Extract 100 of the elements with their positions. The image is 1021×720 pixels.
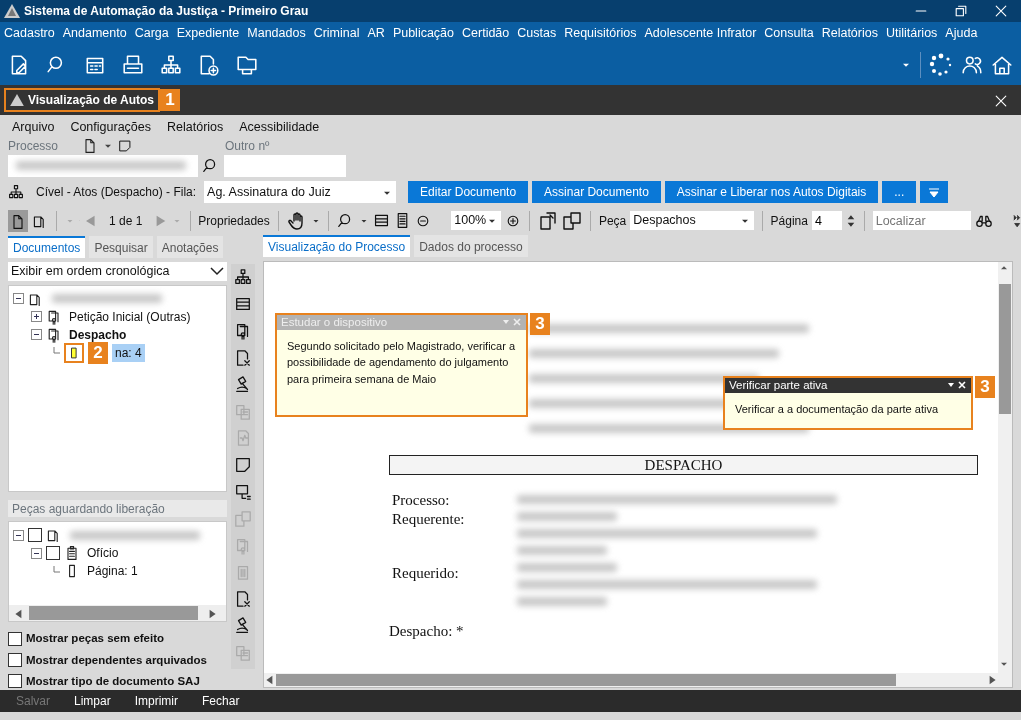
sticky-note[interactable]: Verificar parte ativa Verificar a a documentação da parte ativa [723,375,973,430]
menu-item[interactable]: Configurações [70,117,151,137]
tree-item[interactable]: Ofício [84,544,122,563]
action-button[interactable]: Assinar e Liberar nos Autos Digitais [664,181,879,204]
menu-item[interactable]: Mandados [247,24,306,43]
folder-icon[interactable] [236,54,258,76]
scrollbar-thumb[interactable] [276,673,896,686]
menu-item[interactable]: Requisitórios [564,24,637,43]
tree-item[interactable]: Despacho [66,325,130,344]
other-number-field[interactable] [224,154,346,177]
menu-item[interactable]: Criminal [313,24,360,43]
scrollbar-thumb[interactable] [999,283,1011,414]
callout-number: 1 [160,89,181,111]
menu-item[interactable]: Expediente [176,24,240,43]
add-document-icon[interactable] [198,54,220,76]
menu-item[interactable]: Relatórios [167,117,224,137]
properties-button[interactable]: Propriedades [198,211,270,230]
users-icon[interactable] [961,54,983,76]
tree-item[interactable]: Petição Inicial (Outras) [66,307,194,326]
rotate-page-icon[interactable] [538,210,559,231]
window-tab[interactable]: Visualização de Autos [4,88,161,112]
printer-icon[interactable] [122,54,144,76]
scrollbar-thumb[interactable] [29,606,198,621]
copy-page-icon[interactable] [562,210,583,231]
piece-select[interactable]: Despachos [630,211,754,231]
collapse-icon[interactable] [31,547,42,559]
tree-item[interactable]: na: 4 [112,343,145,362]
process-number-field[interactable] [8,154,198,177]
note-controls-icon[interactable] [947,381,967,390]
note-text: Verificar a a documentação da parte ativa [734,401,939,417]
field-label: Processo: [392,490,451,510]
document-heading: DESPACHO [389,454,978,475]
note-tree-icon[interactable] [234,483,252,501]
menu-item[interactable]: Acessibilidade [239,117,320,137]
field-label: Página [770,212,808,230]
panel-tab[interactable]: Documentos [8,235,86,258]
panel-tab[interactable]: Anotações [156,235,224,258]
menu-item[interactable]: Relatórios [821,24,878,43]
action-button[interactable]: Editar Documento [408,181,529,204]
checkbox-label[interactable]: Mostrar dependentes arquivados [26,651,207,669]
menu-item[interactable]: Arquivo [12,117,55,137]
checkbox[interactable] [46,546,60,561]
menu-item[interactable]: Custas [517,24,557,43]
order-select[interactable]: Exibir em ordem cronológica [8,261,227,281]
queue-select[interactable]: Ag. Assinatura do Juiz [204,181,397,204]
remove-document-icon[interactable] [234,590,252,609]
menu-item[interactable]: Certidão [462,24,510,43]
callout-number: 2 [88,341,108,364]
zoom-select[interactable]: 100% [451,211,502,231]
expand-icon[interactable] [31,311,42,323]
checkbox-label[interactable]: Mostrar peças sem efeito [26,630,165,648]
footer-button[interactable]: Imprimir [134,692,179,710]
view-tab[interactable]: Dados do processo [414,234,528,257]
more-actions-button[interactable] [920,181,949,204]
callout-number: 3 [975,375,995,398]
menu-item[interactable]: Cadastro [4,24,55,43]
note-icon[interactable] [234,456,252,475]
menu-item[interactable]: Carga [134,24,169,43]
certificate-icon [46,308,62,325]
action-button[interactable]: ... [882,181,917,204]
callout-number: 3 [530,312,550,335]
menu-item[interactable]: Utilitários [885,24,938,43]
checkbox[interactable] [8,674,22,689]
checkbox[interactable] [8,653,22,668]
clipboard-icon [64,545,80,562]
menu-item[interactable]: Ajuda [945,24,978,43]
action-button[interactable]: Assinar Documento [532,181,661,204]
field-label: Requerente: [392,509,466,529]
tree-view-icon[interactable] [234,268,252,287]
checkbox[interactable] [8,631,22,646]
find-field[interactable]: Localizar [872,211,971,231]
menu-item[interactable]: AR [367,24,385,43]
remove-document-icon[interactable] [234,348,252,367]
restore-icon[interactable] [953,3,969,19]
hierarchy-icon[interactable] [160,54,182,76]
field-label: Processo [8,137,59,155]
loading-icon [929,53,953,77]
footer-button[interactable]: Fechar [202,692,240,710]
tree-item[interactable]: Página: 1 [84,562,141,581]
field-label: Despacho: * [389,622,464,639]
panel-tab[interactable]: Pesquisar [89,235,153,258]
view-tab[interactable]: Visualização do Processo [263,234,411,257]
menu-item[interactable]: Adolescente Infrator [644,24,757,43]
collapse-icon[interactable] [13,293,24,305]
menu-item[interactable]: Consulta [764,24,814,43]
page-count: 1 de 1 [109,212,143,230]
menu-item[interactable]: Andamento [62,24,127,43]
collapse-icon[interactable] [31,329,42,341]
checkbox[interactable] [28,528,42,543]
app-logo-icon [10,94,24,106]
home-icon[interactable] [991,54,1013,76]
checkbox-label[interactable]: Mostrar tipo de documento SAJ [26,672,200,690]
menu-item[interactable]: Publicação [392,24,455,43]
close-icon[interactable] [993,3,1009,19]
footer-button[interactable]: Limpar [74,692,111,710]
page-field[interactable]: 4 [811,211,842,231]
collapse-icon[interactable] [13,529,24,541]
single-page-icon[interactable] [10,213,26,230]
section-title: Peças aguardando liberação [12,502,165,517]
field-label: Outro nº [225,138,270,153]
